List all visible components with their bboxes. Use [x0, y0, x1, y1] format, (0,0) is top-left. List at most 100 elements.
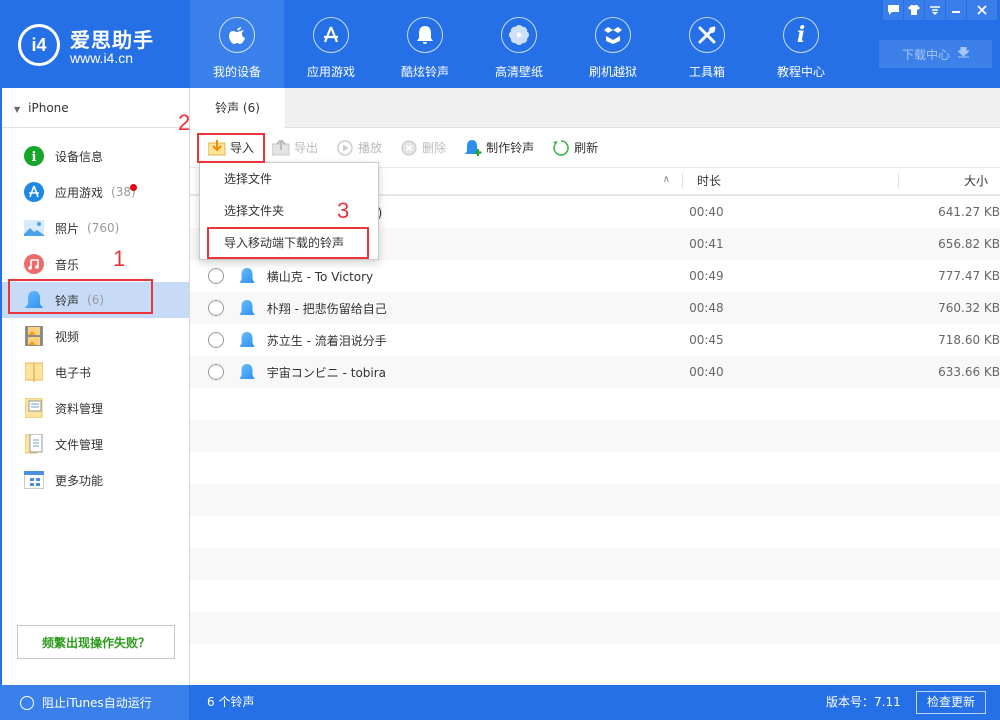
- ringtone-size: 656.82 KB: [938, 237, 1000, 251]
- table-row[interactable]: 朴翔 - 把悲伤留给自己 00:48 760.32 KB: [190, 292, 1000, 324]
- check-update-button[interactable]: 检查更新: [916, 691, 986, 714]
- files-icon: [24, 434, 44, 454]
- sidebar-item-ringtones[interactable]: 铃声 (6): [2, 282, 189, 318]
- empty-row: [190, 548, 1000, 580]
- ringtone-list: Me to Sleep ( 前奏 )00:40641.27 KB00:41656…: [190, 196, 1000, 676]
- empty-row: [190, 612, 1000, 644]
- app-logo: i4 爱思助手 www.i4.cn: [18, 20, 188, 70]
- sidebar-item-device-info[interactable]: i 设备信息: [2, 138, 189, 174]
- row-select-radio[interactable]: [208, 364, 224, 380]
- bell-icon: [407, 17, 443, 53]
- menu-icon[interactable]: [925, 0, 945, 20]
- sidebar-item-data-management[interactable]: 资料管理: [2, 390, 189, 426]
- import-button[interactable]: 导入: [208, 139, 254, 157]
- ringtone-duration: 00:41: [689, 237, 724, 251]
- nav-toolbox[interactable]: 工具箱: [660, 0, 754, 88]
- app-store-icon: [313, 17, 349, 53]
- nav-tutorials[interactable]: i 教程中心: [754, 0, 848, 88]
- table-row[interactable]: 苏立生 - 流着泪说分手 00:45 718.60 KB: [190, 324, 1000, 356]
- nav-ringtones[interactable]: 酷炫铃声: [378, 0, 472, 88]
- close-icon[interactable]: [967, 0, 997, 20]
- nav-label: 教程中心: [776, 65, 825, 79]
- logo-title: 爱思助手: [70, 28, 154, 52]
- export-button[interactable]: 导出: [272, 139, 318, 157]
- nav-jailbreak[interactable]: 刷机越狱: [566, 0, 660, 88]
- device-selector[interactable]: ▼ iPhone: [2, 88, 189, 128]
- table-row[interactable]: 横山克 - To Victory 00:49 777.47 KB: [190, 260, 1000, 292]
- bell-icon: [238, 299, 256, 317]
- menu-item-select-folder[interactable]: 选择文件夹: [200, 195, 378, 227]
- row-select-radio[interactable]: [208, 268, 224, 284]
- video-icon: [24, 326, 44, 346]
- row-select-radio[interactable]: [208, 332, 224, 348]
- bell-add-icon: [464, 139, 482, 157]
- tools-icon: [689, 17, 725, 53]
- frequent-failure-help-button[interactable]: 频繁出现操作失败？: [17, 625, 175, 659]
- nav-wallpapers[interactable]: 高清壁纸: [472, 0, 566, 88]
- ringtone-duration: 00:40: [689, 365, 724, 379]
- ringtone-size: 760.32 KB: [938, 301, 1000, 315]
- sidebar-item-ebooks[interactable]: 电子书: [2, 354, 189, 390]
- import-icon: [208, 139, 226, 157]
- ringtone-name: 宇宙コンビニ - tobira: [266, 365, 387, 380]
- play-icon: [336, 139, 354, 157]
- nav-label: 酷炫铃声: [400, 65, 449, 79]
- sidebar-item-music[interactable]: 音乐: [2, 246, 189, 282]
- make-ringtone-button[interactable]: 制作铃声: [464, 139, 534, 157]
- status-bar: 阻止iTunes自动运行 6 个铃声 版本号：7.11 检查更新: [0, 685, 1000, 720]
- tab-ringtones[interactable]: 铃声 (6): [190, 88, 285, 129]
- empty-row: [190, 644, 1000, 676]
- column-header-size[interactable]: 大小: [898, 173, 988, 189]
- download-center-button[interactable]: 下载中心: [879, 40, 992, 68]
- empty-row: [190, 420, 1000, 452]
- ringtone-size: 641.27 KB: [938, 205, 1000, 219]
- sidebar-item-video[interactable]: 视频: [2, 318, 189, 354]
- bell-icon: [24, 290, 44, 310]
- nav-label: 刷机越狱: [588, 65, 637, 79]
- nav-my-device[interactable]: 我的设备: [190, 0, 284, 88]
- svg-text:i: i: [32, 150, 37, 165]
- flower-icon: [501, 17, 537, 53]
- nav-label: 应用游戏: [306, 65, 355, 79]
- import-menu: 选择文件 选择文件夹 导入移动端下载的铃声: [199, 162, 379, 260]
- notification-badge: [130, 184, 137, 191]
- app-store-icon: [24, 182, 44, 202]
- header-bar: i4 爱思助手 www.i4.cn 我的设备 应用游戏 酷炫铃声 高清壁纸 刷机…: [0, 0, 1000, 88]
- block-itunes-toggle[interactable]: 阻止iTunes自动运行: [0, 685, 189, 720]
- contacts-icon: [24, 398, 44, 418]
- column-header-duration[interactable]: 时长: [682, 173, 898, 189]
- sidebar-item-more[interactable]: 更多功能: [2, 462, 189, 498]
- sidebar: ▼ iPhone i 设备信息 应用游戏 (38) 照片 (760) 音乐 铃声 …: [0, 88, 190, 685]
- ringtone-name: 苏立生 - 流着泪说分手: [266, 333, 387, 348]
- sidebar-item-file-management[interactable]: 文件管理: [2, 426, 189, 462]
- photo-icon: [24, 218, 44, 238]
- row-select-radio[interactable]: [208, 300, 224, 316]
- ringtone-duration: 00:40: [689, 205, 724, 219]
- empty-row: [190, 516, 1000, 548]
- delete-button[interactable]: 删除: [400, 139, 446, 157]
- minimize-icon[interactable]: [946, 0, 966, 20]
- delete-icon: [400, 139, 418, 157]
- sort-ascending-icon: ∧: [662, 174, 670, 185]
- menu-item-import-mobile-ringtones[interactable]: 导入移动端下载的铃声: [200, 227, 378, 259]
- box-icon: [595, 17, 631, 53]
- refresh-button[interactable]: 刷新: [552, 139, 598, 157]
- sidebar-item-apps[interactable]: 应用游戏 (38): [2, 174, 189, 210]
- ringtone-size: 777.47 KB: [938, 269, 1000, 283]
- ringtone-duration: 00:48: [689, 301, 724, 315]
- sidebar-item-photos[interactable]: 照片 (760): [2, 210, 189, 246]
- skin-icon[interactable]: [904, 0, 924, 20]
- menu-item-select-file[interactable]: 选择文件: [200, 163, 378, 195]
- table-row[interactable]: 宇宙コンビニ - tobira 00:40 633.66 KB: [190, 356, 1000, 388]
- annotation-number-3: 3: [337, 198, 350, 223]
- download-icon: [956, 46, 971, 61]
- nav-apps[interactable]: 应用游戏: [284, 0, 378, 88]
- bell-icon: [238, 363, 256, 381]
- bell-icon: [238, 267, 256, 285]
- device-name: iPhone: [28, 101, 69, 115]
- play-button[interactable]: 播放: [336, 139, 382, 157]
- window-controls: [882, 0, 997, 20]
- more-icon: [24, 470, 44, 490]
- feedback-icon[interactable]: [883, 0, 903, 20]
- info-icon: i: [24, 146, 44, 166]
